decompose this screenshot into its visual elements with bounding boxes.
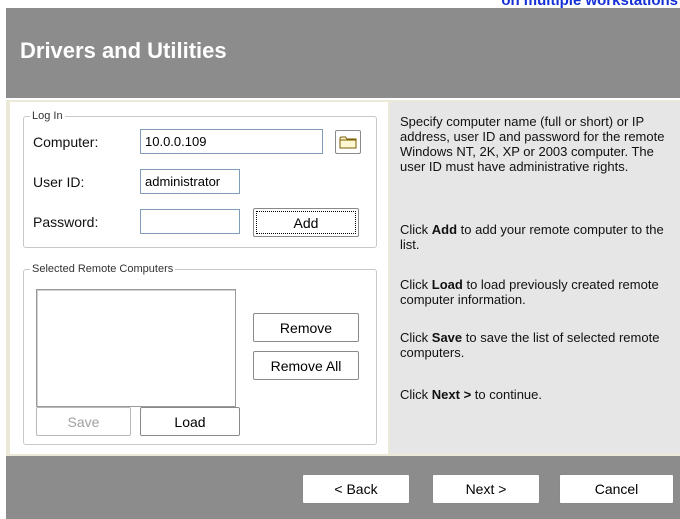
computer-label: Computer: <box>33 134 99 150</box>
content-area: Log In Computer: 10.0.0.109 User ID: adm… <box>6 98 680 456</box>
help-pane: Specify computer name (full or short) or… <box>390 102 680 454</box>
next-button[interactable]: Next > <box>432 474 540 504</box>
footer-bar: < Back Next > Cancel <box>6 456 680 519</box>
help-next-post: to continue. <box>471 387 542 402</box>
help-next-pre: Click <box>400 387 432 402</box>
help-save: Click Save to save the list of selected … <box>400 330 672 360</box>
password-label: Password: <box>33 214 99 230</box>
header-banner: Drivers and Utilities <box>6 8 680 98</box>
top-caption-text: on multiple workstations <box>501 0 678 8</box>
help-add: Click Add to add your remote computer to… <box>400 222 672 252</box>
help-save-pre: Click <box>400 330 432 345</box>
add-button[interactable]: Add <box>253 208 359 237</box>
computer-input[interactable]: 10.0.0.109 <box>140 129 323 154</box>
page-title: Drivers and Utilities <box>20 38 227 63</box>
help-next: Click Next > to continue. <box>400 387 672 402</box>
help-load-keyword: Load <box>431 277 463 292</box>
form-pane: Log In Computer: 10.0.0.109 User ID: adm… <box>10 102 388 454</box>
remove-all-button[interactable]: Remove All <box>253 351 359 380</box>
remove-button[interactable]: Remove <box>253 313 359 342</box>
selected-computers-legend: Selected Remote Computers <box>30 263 176 275</box>
help-add-keyword: Add <box>431 222 458 237</box>
load-button[interactable]: Load <box>140 407 240 436</box>
help-next-keyword: Next > <box>431 387 472 402</box>
help-intro: Specify computer name (full or short) or… <box>400 114 665 174</box>
selected-computers-list[interactable] <box>36 289 236 407</box>
help-load: Click Load to load previously created re… <box>400 277 672 307</box>
login-group-legend: Log In <box>30 110 65 122</box>
help-add-pre: Click <box>400 222 432 237</box>
selected-computers-group: Selected Remote Computers Remove Remove … <box>23 263 377 445</box>
browse-computer-button[interactable] <box>335 130 361 154</box>
back-button[interactable]: < Back <box>302 474 410 504</box>
folder-icon <box>339 136 357 149</box>
password-input[interactable] <box>140 209 240 234</box>
save-button[interactable]: Save <box>36 407 131 436</box>
login-group: Log In Computer: 10.0.0.109 User ID: adm… <box>23 110 377 248</box>
userid-input[interactable]: administrator <box>140 169 240 194</box>
cancel-button[interactable]: Cancel <box>559 474 674 504</box>
help-load-pre: Click <box>400 277 432 292</box>
userid-label: User ID: <box>33 174 85 190</box>
help-save-keyword: Save <box>431 330 463 345</box>
top-caption: on multiple workstations <box>0 0 680 8</box>
